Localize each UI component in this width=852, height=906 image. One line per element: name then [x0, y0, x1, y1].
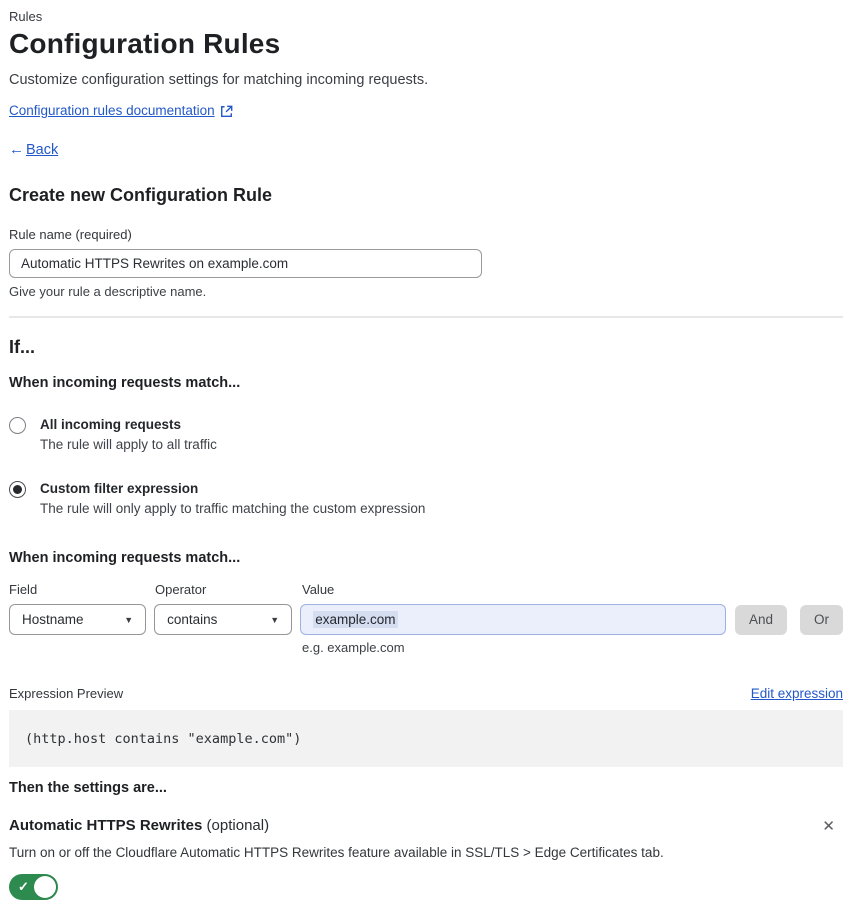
- rule-name-label: Rule name (required): [9, 227, 132, 242]
- configuration-rules-page: Rules Configuration Rules Customize conf…: [0, 0, 852, 900]
- builder-heading: When incoming requests match...: [9, 550, 241, 566]
- and-button[interactable]: And: [734, 604, 787, 635]
- operator-label: Operator: [155, 582, 207, 597]
- expression-preview-label: Expression Preview: [9, 686, 124, 701]
- setting-title: Automatic HTTPS Rewrites (optional): [9, 817, 269, 834]
- if-heading: If...: [9, 337, 35, 357]
- chevron-down-icon: ▼: [124, 614, 134, 625]
- radio-all-incoming-requests[interactable]: All incoming requests The rule will appl…: [9, 416, 843, 453]
- check-icon: ✓: [18, 879, 29, 894]
- radio-button[interactable]: [9, 417, 26, 434]
- create-rule-title: Create new Configuration Rule: [9, 185, 273, 205]
- match-heading: When incoming requests match...: [9, 375, 241, 391]
- expression-code-text: (http.host contains "example.com"): [25, 730, 302, 747]
- radio-button[interactable]: [9, 481, 26, 498]
- field-select-value: Hostname: [22, 612, 84, 627]
- then-settings-heading: Then the settings are...: [9, 780, 167, 796]
- operator-select-value: contains: [167, 612, 218, 627]
- rule-name-input[interactable]: [9, 249, 482, 278]
- back-link[interactable]: ← Back: [9, 141, 843, 158]
- back-arrow-icon: ←: [9, 141, 24, 158]
- page-subtitle: Customize configuration settings for mat…: [9, 72, 429, 88]
- radio-description: The rule will apply to all traffic: [40, 437, 217, 452]
- toggle-knob: [34, 876, 56, 898]
- value-input-text: example.com: [313, 611, 398, 628]
- expression-preview-code: (http.host contains "example.com"): [9, 710, 843, 767]
- setting-optional-tag: (optional): [206, 817, 270, 834]
- radio-label: Custom filter expression: [40, 481, 199, 496]
- documentation-link[interactable]: Configuration rules documentation: [9, 103, 215, 118]
- edit-expression-link[interactable]: Edit expression: [751, 686, 843, 701]
- setting-description: Turn on or off the Cloudflare Automatic …: [9, 845, 664, 860]
- operator-select[interactable]: contains ▼: [154, 604, 293, 635]
- external-link-icon: [220, 105, 233, 118]
- value-helper: e.g. example.com: [302, 640, 405, 655]
- field-select[interactable]: Hostname ▼: [9, 604, 147, 635]
- setting-title-name: Automatic HTTPS Rewrites: [9, 817, 203, 834]
- breadcrumb: Rules: [9, 9, 43, 24]
- radio-label: All incoming requests: [40, 417, 182, 432]
- back-link-label: Back: [26, 141, 59, 158]
- radio-custom-filter-expression[interactable]: Custom filter expression The rule will o…: [9, 480, 843, 517]
- rule-name-helper: Give your rule a descriptive name.: [9, 284, 207, 299]
- page-title: Configuration Rules: [9, 28, 281, 59]
- value-label: Value: [302, 582, 335, 597]
- section-divider: [9, 316, 843, 318]
- radio-description: The rule will only apply to traffic matc…: [40, 501, 426, 516]
- value-input[interactable]: example.com: [300, 604, 726, 635]
- or-button[interactable]: Or: [800, 604, 843, 635]
- chevron-down-icon: ▼: [270, 614, 280, 625]
- field-label: Field: [9, 582, 38, 597]
- close-icon[interactable]: ✕: [820, 817, 837, 836]
- setting-toggle[interactable]: ✓: [9, 874, 58, 900]
